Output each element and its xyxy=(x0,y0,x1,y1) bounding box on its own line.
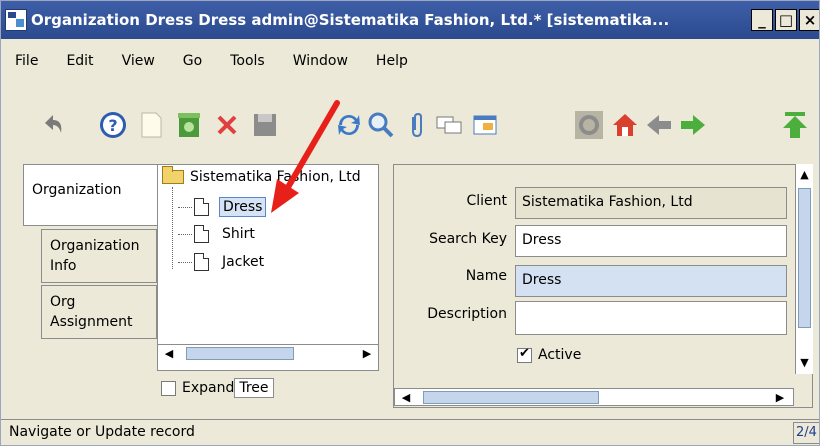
tree-item-dress[interactable]: Dress xyxy=(178,197,267,217)
minimize-button[interactable]: _ xyxy=(751,9,773,31)
client-value: Sistematika Fashion, Ltd xyxy=(522,194,693,210)
search-key-label: Search Key xyxy=(429,231,507,247)
title-bar: Organization Dress Dress admin@Sistemati… xyxy=(1,1,819,39)
application-window: Organization Dress Dress admin@Sistemati… xyxy=(0,0,820,446)
tree-label: Tree xyxy=(234,378,274,398)
find-icon[interactable] xyxy=(365,109,397,141)
help-icon[interactable]: ? xyxy=(97,109,129,141)
new-record-icon[interactable] xyxy=(135,109,167,141)
home-icon[interactable] xyxy=(609,109,641,141)
scroll-thumb[interactable] xyxy=(423,391,599,404)
history-icon[interactable] xyxy=(573,109,605,141)
expand-label: Expand xyxy=(182,380,235,396)
scroll-up-icon[interactable]: ▲ xyxy=(797,168,812,182)
previous-icon[interactable] xyxy=(643,109,675,141)
name-label: Name xyxy=(465,268,507,284)
app-icon xyxy=(5,9,27,31)
menu-bar: File Edit View Go Tools Window Help xyxy=(1,53,422,75)
tree-horizontal-scrollbar[interactable]: ◀ ▶ xyxy=(158,344,378,362)
next-icon[interactable] xyxy=(677,109,709,141)
record-count[interactable]: 2/4 xyxy=(793,422,819,444)
client-field: Sistematika Fashion, Ltd xyxy=(515,187,787,219)
status-message: Navigate or Update record xyxy=(9,424,195,440)
tab-label: Organization xyxy=(32,182,122,198)
tab-organization[interactable]: Organization xyxy=(23,164,158,226)
undo-icon[interactable] xyxy=(37,109,69,141)
maximize-button[interactable]: □ xyxy=(775,9,797,31)
refresh-icon[interactable] xyxy=(333,109,365,141)
scroll-right-icon[interactable]: ▶ xyxy=(773,391,787,405)
tree-connector xyxy=(178,261,192,263)
toolbar: ? xyxy=(1,101,819,145)
tree-item-jacket[interactable]: Jacket xyxy=(178,253,267,271)
form-vertical-scrollbar[interactable]: ▲ ▼ xyxy=(795,164,813,374)
menu-go[interactable]: Go xyxy=(169,53,216,75)
menu-edit[interactable]: Edit xyxy=(52,53,107,75)
document-icon xyxy=(194,253,209,271)
close-button[interactable]: × xyxy=(799,9,819,31)
tab-label: Org Assignment xyxy=(50,294,133,330)
menu-help[interactable]: Help xyxy=(362,53,422,75)
chat-icon[interactable] xyxy=(433,109,465,141)
tree-item-label: Shirt xyxy=(222,226,255,242)
search-key-field[interactable]: Dress xyxy=(515,225,787,257)
menu-tools[interactable]: Tools xyxy=(216,53,279,75)
copy-record-icon[interactable] xyxy=(173,109,205,141)
window-controls: _ □ × xyxy=(749,9,819,31)
attachment-icon[interactable] xyxy=(401,109,433,141)
scroll-thumb[interactable] xyxy=(186,347,294,360)
description-label: Description xyxy=(427,306,507,322)
scroll-down-icon[interactable]: ▼ xyxy=(797,356,812,370)
tree-item-label: Dress xyxy=(219,197,267,217)
scroll-left-icon[interactable]: ◀ xyxy=(399,391,413,405)
active-label: Active xyxy=(538,347,582,363)
tree-connector xyxy=(178,233,192,235)
status-bar: Navigate or Update record 2/4 xyxy=(1,419,819,445)
menu-view[interactable]: View xyxy=(108,53,169,75)
tree-connector xyxy=(178,206,192,208)
tree-item-shirt[interactable]: Shirt xyxy=(178,225,258,243)
expand-tree-checkbox[interactable] xyxy=(161,380,176,396)
search-key-value: Dress xyxy=(522,232,562,248)
delete-icon[interactable] xyxy=(211,109,243,141)
scroll-thumb[interactable] xyxy=(798,188,811,328)
folder-icon xyxy=(162,166,184,184)
description-field[interactable] xyxy=(515,301,787,335)
scroll-left-icon[interactable]: ◀ xyxy=(162,347,176,361)
tree-root-label: Sistematika Fashion, Ltd xyxy=(190,169,361,185)
menu-file[interactable]: File xyxy=(1,53,52,75)
tab-label: Organization Info xyxy=(50,238,140,274)
tab-organization-info[interactable]: Organization Info xyxy=(41,229,157,283)
scroll-right-icon[interactable]: ▶ xyxy=(360,347,374,361)
name-field[interactable]: Dress xyxy=(515,265,787,297)
expand-tree-control[interactable]: Expand Tree xyxy=(161,378,274,398)
tree-item-label: Jacket xyxy=(222,254,265,270)
window-title: Organization Dress Dress admin@Sistemati… xyxy=(31,11,670,29)
document-icon xyxy=(194,198,209,216)
client-label: Client xyxy=(466,193,507,209)
grid-toggle-icon[interactable] xyxy=(469,109,501,141)
active-control[interactable]: Active xyxy=(517,346,582,363)
active-checkbox[interactable] xyxy=(517,346,532,363)
tree-root-node[interactable]: Sistematika Fashion, Ltd xyxy=(162,166,361,185)
organization-tree: Sistematika Fashion, Ltd Dress Shirt Jac… xyxy=(157,164,379,371)
menu-window[interactable]: Window xyxy=(279,53,362,75)
save-icon[interactable] xyxy=(249,109,281,141)
document-icon xyxy=(194,225,209,243)
form-horizontal-scrollbar[interactable]: ◀ ▶ xyxy=(394,388,794,406)
name-value: Dress xyxy=(522,272,562,288)
svg-text:?: ? xyxy=(108,116,117,135)
tab-org-assignment[interactable]: Org Assignment xyxy=(41,285,157,339)
first-record-icon[interactable] xyxy=(779,109,811,141)
